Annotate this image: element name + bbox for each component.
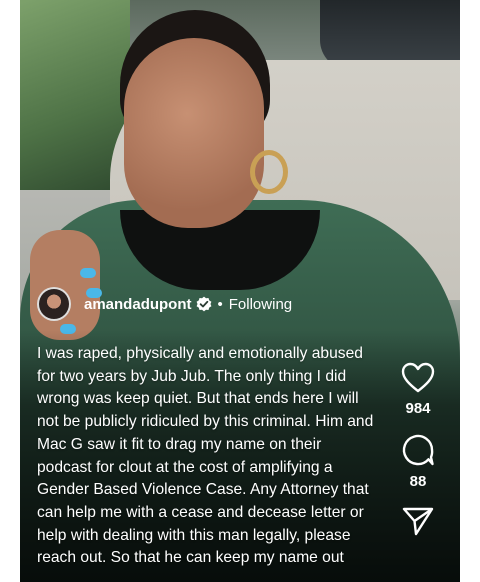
username[interactable]: amandadupont	[84, 296, 192, 313]
verified-badge-icon	[196, 296, 211, 312]
following-button[interactable]: Following	[229, 296, 292, 313]
post-caption[interactable]: I was raped, physically and emotionally …	[37, 343, 377, 570]
reel-screen: amandadupont • Following I was raped, ph…	[0, 0, 480, 582]
like-count: 984	[405, 400, 431, 417]
blue-nail	[80, 268, 96, 278]
comment-bubble-icon[interactable]	[401, 433, 435, 467]
paper-plane-icon[interactable]	[402, 506, 434, 536]
action-bar: 984 88	[396, 362, 440, 536]
heart-icon[interactable]	[401, 362, 435, 394]
separator-dot: •	[217, 295, 223, 313]
avatar[interactable]	[37, 287, 71, 321]
post-header: amandadupont • Following	[37, 286, 292, 322]
comment-count: 88	[409, 473, 427, 490]
gold-earring	[250, 150, 288, 194]
face	[124, 38, 264, 228]
